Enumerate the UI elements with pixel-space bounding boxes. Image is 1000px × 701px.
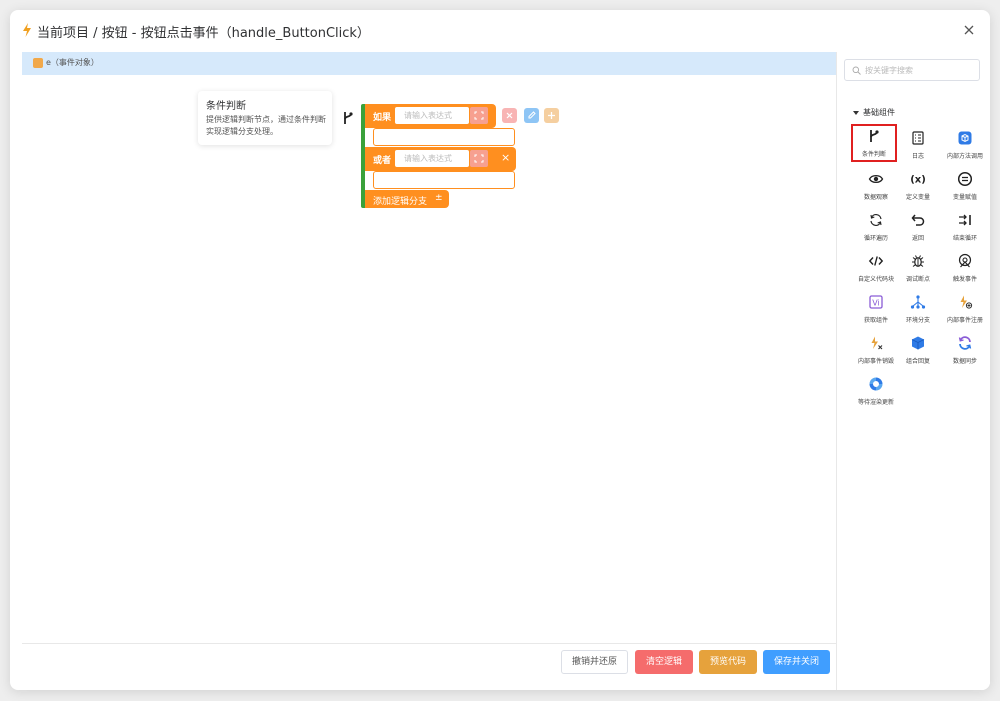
expand-icon (474, 154, 484, 163)
remove-branch-button[interactable]: × (501, 151, 510, 164)
component-item[interactable]: 内部方法调用 (942, 126, 988, 164)
close-icon[interactable] (960, 21, 978, 39)
or-body-slot[interactable] (373, 171, 515, 189)
save-close-button[interactable]: 保存并关闭 (763, 650, 830, 674)
dialog-title: 当前项目 / 按钮 - 按钮点击事件（handle_ButtonClick） (37, 26, 370, 41)
break-icon (959, 214, 971, 226)
component-item[interactable]: 等待渲染更新 (853, 372, 899, 410)
component-item[interactable]: (x) 定义变量 (895, 167, 941, 205)
component-item-label: 结束循环 (952, 235, 977, 242)
clear-logic-button[interactable]: 清空逻辑 (635, 650, 693, 674)
method-call-icon (958, 131, 972, 145)
if-body-slot[interactable] (373, 128, 515, 146)
add-branch-label: 添加逻辑分支 (373, 197, 428, 207)
component-item-label: 组合回复 (905, 358, 930, 365)
if-branch-row[interactable]: 如果 请输入表达式 (365, 104, 496, 128)
expand-icon (474, 111, 484, 120)
component-item-label: 环境分支 (905, 317, 930, 324)
component-item[interactable]: 日志 (895, 126, 941, 164)
component-item-label: 定义变量 (905, 194, 930, 201)
trigger-icon (958, 253, 972, 268)
param-icon (33, 58, 43, 68)
component-item[interactable]: 调试断点 (895, 249, 941, 287)
component-tooltip: 条件判断 提供逻辑判断节点，通过条件判断实现逻辑分支处理。 (198, 91, 332, 145)
branch-icon (870, 130, 879, 142)
search-icon (852, 66, 861, 75)
component-item[interactable]: 返回 (895, 208, 941, 246)
component-item[interactable]: 组合回复 (895, 331, 941, 369)
dialog-header: 当前项目 / 按钮 - 按钮点击事件（handle_ButtonClick） (10, 10, 990, 51)
add-block-button[interactable] (544, 108, 559, 123)
lightning-icon (23, 23, 31, 37)
or-keyword: 或者 (373, 156, 392, 166)
component-item[interactable]: 变量赋值 (942, 167, 988, 205)
component-panel: 基础组件 条件判断日志内部方法调用数据观察(x)定义变量变量赋值循环遍历返回结束… (836, 52, 990, 690)
event-destroy-icon (871, 336, 883, 350)
expand-expression-button[interactable] (470, 107, 488, 124)
variable-icon: (x) (910, 175, 926, 186)
footer-divider (22, 643, 836, 644)
component-item-label: 等待渲染更新 (857, 399, 894, 406)
add-branch-toggle[interactable]: ± (435, 193, 443, 203)
delete-block-button[interactable] (502, 108, 517, 123)
delete-icon (506, 112, 513, 119)
component-item-label: 内部方法调用 (946, 153, 983, 160)
undo-restore-button[interactable]: 撤销并还原 (561, 650, 628, 674)
component-item-label: 内部事件注册 (946, 317, 983, 324)
expression-placeholder: 请输入表达式 (404, 111, 452, 120)
group-title-basic[interactable]: 基础组件 (863, 107, 895, 118)
expand-expression-button[interactable] (470, 150, 488, 167)
search-box[interactable] (844, 59, 980, 81)
component-item-label: 数据同步 (952, 358, 977, 365)
or-branch-row[interactable]: 或者 请输入表达式 × (365, 147, 516, 171)
if-keyword: 如果 (373, 113, 392, 123)
component-item[interactable]: 数据同步 (942, 331, 988, 369)
assign-icon (957, 171, 973, 187)
caret-down-icon[interactable] (853, 111, 859, 115)
or-expression-input[interactable]: 请输入表达式 (395, 150, 469, 167)
tooltip-title: 条件判断 (206, 101, 246, 112)
sync-icon (958, 336, 972, 350)
cube-icon (911, 336, 925, 350)
event-editor-dialog: 当前项目 / 按钮 - 按钮点击事件（handle_ButtonClick） e… (10, 10, 990, 690)
component-item[interactable]: 内部事件注册 (942, 290, 988, 328)
add-branch-button[interactable]: 添加逻辑分支 ± (365, 190, 449, 208)
expression-placeholder: 请输入表达式 (404, 154, 452, 163)
svg-text:(x): (x) (910, 175, 926, 186)
env-branch-icon (910, 295, 926, 309)
component-icon: Vi (869, 295, 883, 309)
tooltip-description: 提供逻辑判断节点，通过条件判断实现逻辑分支处理。 (206, 115, 326, 136)
event-param-label: e（事件对象） (46, 58, 99, 67)
event-register-icon (960, 295, 973, 309)
loop-icon (870, 214, 882, 226)
search-input[interactable] (865, 63, 975, 77)
component-item-label: 触发事件 (952, 276, 977, 283)
log-icon (912, 131, 924, 145)
event-param-bar: e（事件对象） (22, 52, 836, 75)
component-item[interactable]: 结束循环 (942, 208, 988, 246)
component-item[interactable]: 环境分支 (895, 290, 941, 328)
component-item[interactable]: 触发事件 (942, 249, 988, 287)
return-icon (911, 214, 925, 226)
component-item-label: 返回 (911, 235, 924, 242)
logic-canvas[interactable]: e（事件对象） 条件判断 提供逻辑判断节点，通过条件判断实现逻辑分支处理。 如果… (22, 52, 836, 681)
component-item-label: 变量赋值 (952, 194, 977, 201)
preview-code-button[interactable]: 预览代码 (699, 650, 757, 674)
edit-icon (528, 111, 536, 119)
if-expression-input[interactable]: 请输入表达式 (395, 107, 469, 124)
plus-icon (548, 112, 555, 119)
eye-icon (868, 174, 884, 184)
component-item-label: 日志 (911, 153, 924, 160)
svg-text:Vi: Vi (872, 299, 880, 308)
edit-block-button[interactable] (524, 108, 539, 123)
branch-icon[interactable] (341, 111, 355, 125)
bug-icon (912, 255, 924, 267)
component-item-label: 调试断点 (905, 276, 930, 283)
wait-render-icon (869, 377, 883, 391)
code-icon (868, 256, 884, 266)
